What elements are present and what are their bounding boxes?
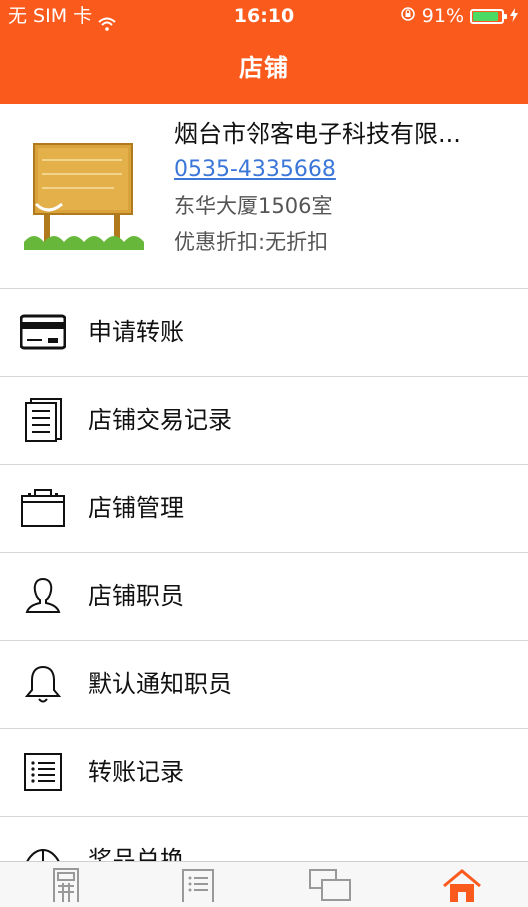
menu-item-default-notify-staff[interactable]: 默认通知职员 — [0, 641, 528, 729]
bottom-tab-bar — [0, 861, 528, 907]
menu-item-label: 默认通知职员 — [88, 670, 232, 698]
tab-calculator[interactable] — [0, 862, 132, 907]
charging-icon — [510, 0, 518, 32]
battery-icon — [470, 8, 507, 24]
menu-item-shop-staff[interactable]: 店铺职员 — [0, 553, 528, 641]
tab-messages[interactable] — [264, 862, 396, 907]
shop-address: 东华大厦1506室 — [174, 194, 333, 218]
menu-item-transfer-records[interactable]: 转账记录 — [0, 729, 528, 817]
menu-item-label: 店铺管理 — [88, 494, 184, 522]
menu-item-shop-transactions[interactable]: 店铺交易记录 — [0, 377, 528, 465]
tab-list[interactable] — [132, 862, 264, 907]
battery-percent: 91% — [421, 5, 464, 27]
menu-item-shop-management[interactable]: 店铺管理 — [0, 465, 528, 553]
shop-name: 烟台市邻客电子科技有限... — [174, 120, 461, 148]
rotation-lock-icon — [400, 0, 416, 32]
menu-item-label: 转账记录 — [88, 758, 184, 786]
home-icon — [442, 868, 482, 906]
menu-item-label: 店铺交易记录 — [88, 406, 232, 434]
document-icon — [20, 397, 66, 443]
menu-item-label: 店铺职员 — [88, 582, 184, 610]
person-icon — [20, 573, 66, 619]
calculator-icon — [50, 868, 82, 906]
tab-home[interactable] — [396, 862, 528, 907]
shop-phone-link[interactable]: 0535-4335668 — [174, 152, 514, 188]
briefcase-icon — [20, 485, 66, 531]
list-icon — [181, 868, 215, 906]
battery-fill — [473, 11, 499, 21]
status-bar: 无 SIM 卡 16:10 91% — [0, 0, 528, 32]
shop-image — [14, 130, 150, 266]
shop-info: 烟台市邻客电子科技有限... 0535-4335668 东华大厦1506室 优惠… — [174, 116, 514, 260]
menu-list: 申请转账 店铺交易记录 店铺管理 店铺职员 默认通知职员 转账记录 奖品兑换 — [0, 289, 528, 905]
page-title: 店铺 — [239, 54, 289, 82]
card-icon — [20, 309, 66, 355]
menu-item-apply-transfer[interactable]: 申请转账 — [0, 289, 528, 377]
menu-item-label: 申请转账 — [88, 318, 184, 346]
shop-card[interactable]: 烟台市邻客电子科技有限... 0535-4335668 东华大厦1506室 优惠… — [0, 104, 528, 289]
list-icon — [20, 749, 66, 795]
status-right: 91% — [400, 0, 518, 32]
app-header: 无 SIM 卡 16:10 91% 店铺 — [0, 0, 528, 104]
shop-discount: 优惠折扣:无折扣 — [174, 230, 329, 254]
bell-icon — [20, 661, 66, 707]
chat-icon — [308, 868, 352, 906]
